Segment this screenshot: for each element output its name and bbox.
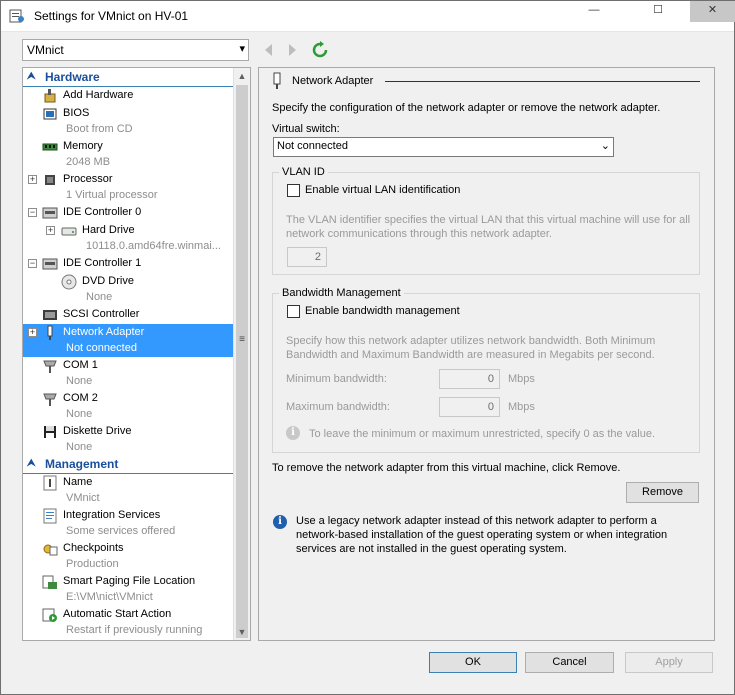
integration-services-icon [43, 508, 57, 524]
network-adapter-panel: Network Adapter Specify the configuratio… [258, 67, 715, 641]
bandwidth-checkbox-label: Enable bandwidth management [305, 305, 460, 317]
processor-icon [45, 175, 55, 185]
info-icon: i [286, 426, 300, 440]
management-section-header[interactable]: ⮝ Management [23, 456, 234, 474]
maximum-bandwidth-label: Maximum bandwidth: [286, 401, 390, 413]
sidebar-item-memory[interactable]: Memory 2048 MB [23, 138, 234, 171]
forward-arrow-icon[interactable] [284, 41, 300, 59]
ide-controller-icon [42, 207, 58, 219]
minimize-button[interactable]: — [577, 1, 611, 22]
legacy-note-line-2: network-based installation of the guest … [296, 529, 668, 541]
scroll-down-icon[interactable]: ▼ [234, 624, 250, 640]
scroll-up-icon[interactable]: ▲ [234, 68, 250, 84]
vlan-description-2: network communications through this netw… [286, 228, 552, 240]
vlan-id-input[interactable]: 2 [287, 247, 327, 267]
checkpoints-icon [43, 544, 58, 556]
bandwidth-hint: To leave the minimum or maximum unrestri… [309, 428, 656, 440]
minimum-bandwidth-label: Minimum bandwidth: [286, 373, 387, 385]
panel-intro: Specify the configuration of the network… [272, 102, 661, 114]
sidebar-item-network-adapter[interactable]: + Network Adapter Not connected [23, 324, 234, 357]
sidebar-item-com-2[interactable]: COM 2 None [23, 390, 234, 423]
collapse-icon[interactable]: − [28, 259, 37, 268]
collapse-icon[interactable]: − [28, 208, 37, 217]
vm-select-value: VMnict [27, 43, 64, 57]
expand-icon[interactable]: + [28, 175, 37, 184]
hardware-section-header[interactable]: ⮝ Hardware [23, 69, 234, 87]
settings-app-icon [9, 9, 24, 23]
maximize-button[interactable]: ☐ [641, 1, 675, 22]
network-adapter-icon [47, 325, 53, 340]
maximum-bandwidth-input[interactable]: 0 [439, 397, 500, 417]
automatic-start-icon [42, 608, 57, 622]
memory-icon [42, 143, 58, 151]
virtual-switch-label: Virtual switch: [272, 123, 340, 135]
remove-button[interactable]: Remove [626, 482, 699, 503]
smart-paging-icon [42, 575, 57, 589]
legacy-note-line-1: Use a legacy network adapter instead of … [296, 515, 657, 527]
com-port-icon [43, 393, 57, 406]
bandwidth-description-2: Bandwidth and Maximum Bandwidth are meas… [286, 349, 655, 361]
sidebar-item-bios[interactable]: BIOS Boot from CD [23, 105, 234, 138]
title-bar: Settings for VMnict on HV-01 — ☐ ✕ [1, 1, 735, 32]
maximum-bandwidth-unit: Mbps [508, 401, 535, 413]
panel-title: Network Adapter [292, 75, 374, 87]
sidebar-item-name[interactable]: Name VMnict [23, 474, 234, 507]
virtual-switch-select[interactable]: Not connected ⌄ [273, 137, 614, 157]
window-title: Settings for VMnict on HV-01 [34, 9, 189, 23]
name-text-icon [43, 475, 57, 491]
bandwidth-group: Bandwidth Management Enable bandwidth ma… [272, 287, 700, 453]
sidebar-item-integration-services[interactable]: Integration Services Some services offer… [23, 507, 234, 540]
add-hardware-icon [44, 89, 56, 103]
vlan-group-title: VLAN ID [279, 166, 328, 178]
collapse-chevron-icon[interactable]: ⮝ [27, 456, 36, 472]
vm-select[interactable]: VMnict ▾ [22, 39, 249, 61]
scrollbar-thumb[interactable] [236, 85, 248, 638]
bios-chip-icon [43, 108, 57, 120]
vlan-checkbox[interactable] [287, 184, 300, 197]
vlan-checkbox-label: Enable virtual LAN identification [305, 184, 461, 196]
settings-window: Settings for VMnict on HV-01 — ☐ ✕ VMnic… [0, 0, 735, 695]
sidebar-item-diskette-drive[interactable]: Diskette Drive None [23, 423, 234, 456]
scsi-controller-icon [43, 310, 57, 320]
info-icon: i [273, 515, 287, 529]
minimum-bandwidth-input[interactable]: 0 [439, 369, 500, 389]
sidebar-item-dvd-drive[interactable]: DVD Drive None [23, 273, 234, 306]
bandwidth-checkbox[interactable] [287, 305, 300, 318]
ide-controller-icon [42, 258, 58, 270]
legacy-note-line-3: services are not installed in the guest … [296, 543, 567, 555]
bandwidth-description-1: Specify how this network adapter utilize… [286, 335, 656, 347]
cancel-button[interactable]: Cancel [525, 652, 614, 673]
refresh-icon[interactable] [312, 41, 328, 59]
vlan-description-1: The VLAN identifier specifies the virtua… [286, 214, 691, 226]
sidebar-item-checkpoints[interactable]: Checkpoints Production [23, 540, 234, 573]
title-divider [385, 81, 700, 82]
sidebar-item-smart-paging[interactable]: Smart Paging File Location E:\VM\nict\VM… [23, 573, 234, 606]
remove-instructions: To remove the network adapter from this … [272, 462, 621, 474]
hardware-tree: ⮝ Hardware Add Hardware BIOS Boot from C… [22, 67, 251, 641]
chevron-down-icon: ⌄ [600, 140, 610, 152]
apply-button[interactable]: Apply [625, 652, 713, 673]
com-port-icon [43, 360, 57, 373]
bandwidth-group-title: Bandwidth Management [279, 287, 404, 299]
expand-icon[interactable]: + [46, 226, 55, 235]
sidebar-scrollbar[interactable]: ▲ ≡ ▼ [233, 68, 250, 640]
scroll-grip-icon: ≡ [239, 334, 245, 345]
back-arrow-icon[interactable] [261, 41, 277, 59]
close-button[interactable]: ✕ [690, 1, 735, 22]
sidebar-item-processor[interactable]: + Processor 1 Virtual processor [23, 171, 234, 204]
ok-button[interactable]: OK [429, 652, 517, 673]
sidebar-item-com-1[interactable]: COM 1 None [23, 357, 234, 390]
chevron-down-icon: ▾ [239, 43, 245, 55]
vlan-group: VLAN ID Enable virtual LAN identificatio… [272, 166, 700, 275]
hard-drive-icon [61, 227, 77, 236]
sidebar-item-hard-drive[interactable]: + Hard Drive 10118.0.amd64fre.winmai... [23, 222, 234, 255]
sidebar-item-automatic-start[interactable]: Automatic Start Action Restart if previo… [23, 606, 234, 639]
network-adapter-icon [273, 72, 281, 89]
collapse-chevron-icon[interactable]: ⮝ [27, 69, 36, 85]
diskette-icon [44, 426, 56, 438]
minimum-bandwidth-unit: Mbps [508, 373, 535, 385]
dvd-drive-icon [61, 274, 77, 290]
expand-icon[interactable]: + [28, 328, 37, 337]
